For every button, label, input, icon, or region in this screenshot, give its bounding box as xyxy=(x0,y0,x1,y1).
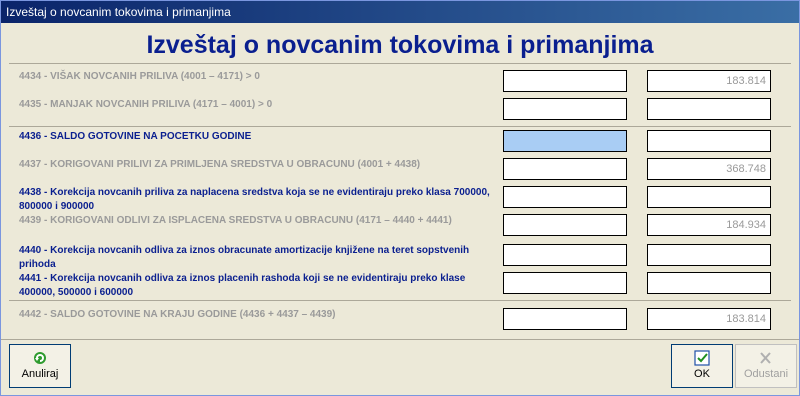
button-bar: Anuliraj OK Odustani xyxy=(1,339,799,396)
ok-button[interactable]: OK xyxy=(671,344,733,388)
row-label: 4441 - Korekcija novcanih odliva za izno… xyxy=(19,273,466,298)
input-4440-left[interactable] xyxy=(503,244,627,266)
value-4442[interactable]: 183.814 xyxy=(647,308,771,330)
page-title: Izveštaj o novcanim tokovima i primanjim… xyxy=(146,31,654,59)
recycle-icon xyxy=(34,352,46,364)
checklist-icon xyxy=(694,350,710,366)
row-label: 4440 - Korekcija novcanih odliva za izno… xyxy=(19,245,470,270)
row-label: 4435 - MANJAK NOVCANIH PRILIVA (4171 – 4… xyxy=(19,99,273,110)
divider xyxy=(9,300,791,301)
value-4435[interactable] xyxy=(647,98,771,120)
title-bar: Izveštaj o novcanim tokovima i primanjim… xyxy=(1,1,799,23)
abort-button[interactable]: Odustani xyxy=(735,344,797,388)
row-label: 4438 - Korekcija novcanih priliva za nap… xyxy=(19,187,490,212)
input-4434-left[interactable] xyxy=(503,70,627,92)
abort-label: Odustani xyxy=(743,368,789,380)
report-window: Izveštaj o novcanim tokovima i primanjim… xyxy=(0,0,800,396)
cancel-button[interactable]: Anuliraj xyxy=(9,344,71,388)
value-4434[interactable]: 183.814 xyxy=(647,70,771,92)
input-4442-left[interactable] xyxy=(503,308,627,330)
input-4438-left[interactable] xyxy=(503,186,627,208)
cancel-label: Anuliraj xyxy=(21,368,59,380)
report-panel: 4434 - VIŠAK NOVCANIH PRILIVA (4001 – 41… xyxy=(9,63,791,336)
value-4437[interactable]: 368.748 xyxy=(647,158,771,180)
input-4441-left[interactable] xyxy=(503,272,627,294)
input-4437-left[interactable] xyxy=(503,158,627,180)
value-4439[interactable]: 184.934 xyxy=(647,214,771,236)
row-label: 4437 - KORIGOVANI PRILIVI ZA PRIMLJENA S… xyxy=(19,159,421,170)
row-label: 4436 - SALDO GOTOVINE NA POCETKU GODINE xyxy=(19,131,252,142)
tools-icon xyxy=(760,352,771,364)
input-4435-left[interactable] xyxy=(503,98,627,120)
input-4439-left[interactable] xyxy=(503,214,627,236)
ok-label: OK xyxy=(694,368,710,380)
value-4440[interactable] xyxy=(647,244,771,266)
row-label: 4439 - KORIGOVANI ODLIVI ZA ISPLACENA SR… xyxy=(19,215,452,226)
value-4436[interactable] xyxy=(647,130,771,152)
row-label: 4442 - SALDO GOTOVINE NA KRAJU GODINE (4… xyxy=(19,309,336,320)
row-label: 4434 - VIŠAK NOVCANIH PRILIVA (4001 – 41… xyxy=(19,71,260,82)
value-4438[interactable] xyxy=(647,186,771,208)
value-4441[interactable] xyxy=(647,272,771,294)
input-4436-left[interactable] xyxy=(503,130,627,152)
divider xyxy=(9,126,791,127)
